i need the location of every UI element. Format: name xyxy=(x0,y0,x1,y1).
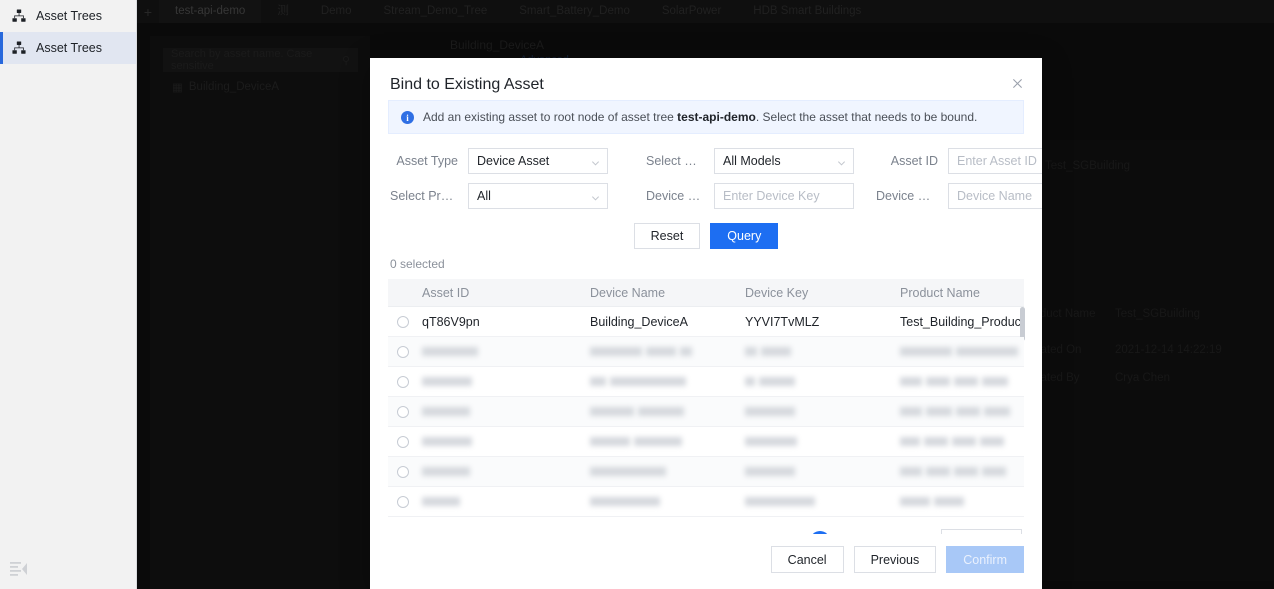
info-banner-text: Add an existing asset to root node of as… xyxy=(423,110,977,124)
info-circle-icon: i xyxy=(401,111,414,124)
cell-device-key-redacted xyxy=(723,497,878,506)
column-header-asset-id: Asset ID xyxy=(422,285,470,300)
cell-device-name-redacted xyxy=(568,467,723,476)
cell-device-key-redacted xyxy=(723,407,878,416)
table-row[interactable] xyxy=(388,397,1024,427)
asset-type-value: Device Asset xyxy=(477,154,550,168)
row-radio[interactable] xyxy=(397,465,409,478)
table-row[interactable] xyxy=(388,367,1024,397)
cancel-button[interactable]: Cancel xyxy=(770,546,844,573)
device-name-label: Device Name xyxy=(876,189,948,203)
column-header-device-key: Device Key xyxy=(745,285,809,300)
selection-count: 0 selected xyxy=(390,257,445,271)
select-model-label: Select Model xyxy=(646,154,714,168)
select-model-value: All Models xyxy=(723,154,781,168)
table-scrollbar[interactable] xyxy=(1020,307,1025,341)
device-key-label: Device Key xyxy=(646,189,710,203)
row-radio[interactable] xyxy=(397,495,409,508)
select-product-value: All xyxy=(477,189,491,203)
cell-product-name: Test_Building_Product xyxy=(900,314,1025,329)
row-radio[interactable] xyxy=(397,315,409,328)
search-filter-form: Asset Type Device Asset Select Model All… xyxy=(388,148,1042,209)
dialog-title: Bind to Existing Asset xyxy=(390,76,544,93)
chevron-down-icon xyxy=(591,192,600,201)
table-row[interactable] xyxy=(388,457,1024,487)
cell-asset-id-redacted xyxy=(400,347,568,356)
table-header-row: Asset ID Device Name Device Key Product … xyxy=(388,279,1024,307)
row-radio[interactable] xyxy=(397,405,409,418)
row-radio[interactable] xyxy=(397,375,409,388)
row-radio[interactable] xyxy=(397,345,409,358)
cell-asset-id-redacted xyxy=(400,497,568,506)
info-text-after: . Select the asset that needs to be boun… xyxy=(755,110,978,124)
info-text-before: Add an existing asset to root node of as… xyxy=(423,110,678,124)
cell-device-name-redacted xyxy=(568,347,723,356)
asset-id-input[interactable]: Enter Asset ID xyxy=(948,148,1042,174)
previous-button[interactable]: Previous xyxy=(853,546,937,573)
cell-device-name-redacted xyxy=(568,407,723,416)
asset-table: Asset ID Device Name Device Key Product … xyxy=(388,279,1025,517)
cell-device-name-redacted xyxy=(568,497,723,506)
cell-device-name-redacted xyxy=(568,377,723,386)
device-key-input[interactable]: Enter Device Key xyxy=(714,183,854,209)
table-row[interactable] xyxy=(388,337,1024,367)
select-product-select[interactable]: All xyxy=(468,183,608,209)
cell-product-name-redacted xyxy=(878,347,1038,356)
cell-device-key: YYVI7TvMLZ xyxy=(745,314,820,329)
cell-asset-id-redacted xyxy=(400,467,568,476)
cell-device-name-redacted xyxy=(568,437,723,446)
cell-product-name-redacted xyxy=(878,497,1038,506)
table-row[interactable] xyxy=(388,427,1024,457)
cell-device-key-redacted xyxy=(723,377,878,386)
cell-device-name: Building_DeviceA xyxy=(590,314,688,329)
column-header-device-name: Device Name xyxy=(590,285,666,300)
cell-asset-id-redacted xyxy=(400,407,568,416)
device-name-input[interactable]: Device Name xyxy=(948,183,1042,209)
info-banner: i Add an existing asset to root node of … xyxy=(388,100,1024,134)
asset-type-label: Asset Type xyxy=(396,154,458,168)
table-row[interactable]: qT86V9pn Building_DeviceA YYVI7TvMLZ Tes… xyxy=(388,307,1025,341)
cell-device-key-redacted xyxy=(723,467,878,476)
dialog-footer: Cancel Previous Confirm xyxy=(370,534,1042,589)
chevron-down-icon xyxy=(591,157,600,166)
cell-product-name-redacted xyxy=(878,467,1038,476)
query-button[interactable]: Query xyxy=(710,223,779,249)
select-model-select[interactable]: All Models xyxy=(714,148,854,174)
filter-actions: Reset Query xyxy=(388,223,1024,249)
table-row[interactable] xyxy=(388,487,1024,517)
column-header-product-name: Product Name xyxy=(900,285,980,300)
asset-id-label: Asset ID xyxy=(890,154,938,168)
close-icon[interactable] xyxy=(1006,72,1028,94)
dialog-body: i Add an existing asset to root node of … xyxy=(370,100,1042,534)
asset-type-select[interactable]: Device Asset xyxy=(468,148,608,174)
select-product-label: Select Prod... xyxy=(390,189,466,203)
cell-device-key-redacted xyxy=(723,437,878,446)
cell-asset-id-redacted xyxy=(400,437,568,446)
row-radio[interactable] xyxy=(397,435,409,448)
cell-asset-id-redacted xyxy=(400,377,568,386)
cell-product-name-redacted xyxy=(878,377,1038,386)
chevron-down-icon xyxy=(837,157,846,166)
bind-to-existing-asset-dialog: Bind to Existing Asset i Add an existing… xyxy=(370,58,1042,589)
confirm-button: Confirm xyxy=(946,546,1024,573)
cell-asset-id: qT86V9pn xyxy=(422,314,480,329)
cell-product-name-redacted xyxy=(878,407,1038,416)
reset-button[interactable]: Reset xyxy=(633,223,701,249)
cell-device-key-redacted xyxy=(723,347,878,356)
cell-product-name-redacted xyxy=(878,437,1038,446)
info-text-bold: test-api-demo xyxy=(677,110,756,124)
